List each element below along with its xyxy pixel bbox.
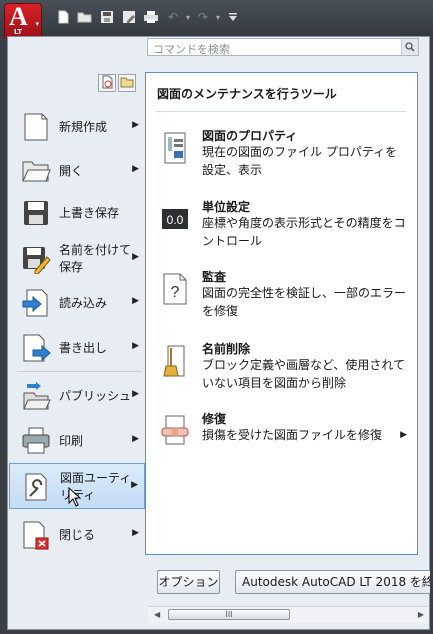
menu-item-label: 閉じる [59,527,96,542]
horizontal-scrollbar[interactable]: ◀ III ▶ [148,606,428,623]
drawing-utilities-icon [25,473,47,501]
application-menu-button[interactable]: A LT ▾ [5,2,41,38]
menu-item-save[interactable]: 上書き保存 [9,192,145,234]
scroll-right-icon[interactable]: ▶ [418,610,424,619]
entry-name: 名前削除 [202,342,251,356]
chevron-right-icon: ▶ [132,252,139,262]
chevron-down-icon[interactable]: ▾ [184,8,192,26]
open-icon[interactable] [74,8,96,26]
publish-icon [23,382,51,410]
entry-name: 修復 [202,412,227,426]
mouse-cursor-icon [68,487,82,507]
audit-icon: ? [163,273,187,305]
menu-item-label: 上書き保存 [59,205,120,220]
panel-divider [156,111,406,112]
menu-item-import[interactable]: 読み込み ▶ [9,282,145,324]
menu-item-print[interactable]: 印刷 ▶ [9,420,145,462]
chevron-right-icon: ▶ [132,120,139,130]
chevron-right-icon: ▶ [132,164,139,174]
entry-description: 損傷を受けた図面ファイルを修復 [202,428,383,442]
search-placeholder: コマンドを検索 [153,43,230,56]
undo-icon[interactable]: ↶ [162,8,184,26]
entry-name: 単位設定 [202,200,251,214]
entry-description: 現在の図面のファイル プロパティを設定、表示 [202,145,398,177]
menu-item-label: 開く [59,163,84,178]
chevron-down-icon[interactable]: ▾ [214,8,222,26]
search-input[interactable]: コマンドを検索 [147,38,419,56]
menu-item-label: 名前を付けて保存 [59,243,132,274]
chevron-right-icon: ▶ [131,480,138,490]
units-icon-text: 0.0 [167,213,184,227]
import-icon [22,289,48,317]
customize-icon[interactable] [222,8,244,26]
exit-button[interactable]: Autodesk AutoCAD LT 2018 を終了 [235,570,430,594]
new-icon[interactable] [52,8,74,26]
entry-purge[interactable]: 名前削除 ブロック定義や画層など、使用されていない項目を図面から削除 [146,340,417,400]
chevron-right-icon: ▶ [132,389,139,399]
open-documents-icon[interactable] [118,74,136,92]
units-icon: 0.0 [162,209,188,229]
entry-description: 座標や角度の表示形式とその精度をコントロール [202,216,406,248]
scroll-left-icon[interactable]: ◀ [154,610,160,619]
chevron-right-icon: ▶ [132,296,139,306]
redo-icon[interactable]: ↷ [192,8,214,26]
drawing-utilities-panel: 図面のメンテナンスを行うツール 図面のプロパティ 現在の図面のファイル プロパテ… [145,72,418,555]
menu-item-label: 新規作成 [59,119,108,134]
new-document-icon [24,113,48,141]
entry-drawing-properties[interactable]: 図面のプロパティ 現在の図面のファイル プロパティを設定、表示 [146,127,417,187]
menu-item-publish[interactable]: パブリッシュ ▶ [9,375,145,417]
quick-access-toolbar: ↶ ▾ ↷ ▾ [52,8,244,26]
recent-documents-icon[interactable] [98,74,116,92]
save-as-icon[interactable] [118,8,140,26]
save-as-icon [23,247,51,274]
menu-item-save-as[interactable]: 名前を付けて保存 ▶ [9,238,145,280]
menu-item-export[interactable]: 書き出し ▶ [9,327,145,369]
chevron-right-icon: ▶ [132,434,139,444]
export-icon [23,334,51,362]
view-toggle [98,74,136,92]
entry-description: 図面の完全性を検証し、一部のエラーを修復 [202,286,407,318]
menu-item-open[interactable]: 開く ▶ [9,150,145,192]
entry-name: 監査 [202,270,227,284]
drawing-properties-icon [164,132,186,164]
entry-audit[interactable]: ? 監査 図面の完全性を検証し、一部のエラーを修復 [146,268,417,328]
search-icon[interactable] [401,39,418,55]
entry-units[interactable]: 0.0 単位設定 座標や角度の表示形式とその精度をコントロール [146,198,417,258]
chevron-right-icon: ▶ [132,528,139,538]
app-badge: LT [14,28,23,36]
menu-separator [17,371,142,372]
close-document-icon [23,521,49,550]
menu-item-label: 印刷 [59,433,84,448]
menu-item-label: 書き出し [59,340,108,355]
save-icon [24,201,48,225]
save-icon[interactable] [96,8,118,26]
title-bar: A LT ▾ ↶ ▾ ↷ ▾ [0,0,433,38]
audit-icon-text: ? [171,284,180,301]
open-folder-icon [22,161,51,182]
entry-name: 図面のプロパティ [202,129,298,143]
chevron-right-icon: ▶ [400,430,407,440]
chevron-right-icon: ▶ [132,341,139,351]
recover-icon [161,415,189,445]
printer-icon [22,427,50,454]
chevron-down-icon: ▾ [35,20,39,28]
menu-item-close[interactable]: 閉じる ▶ [9,514,145,556]
purge-icon [163,345,185,377]
panel-title: 図面のメンテナンスを行うツール [157,87,337,101]
menu-item-new[interactable]: 新規作成 ▶ [9,106,145,148]
print-icon[interactable] [140,8,162,26]
entry-description: ブロック定義や画層など、使用されていない項目を図面から削除 [202,358,406,390]
entry-recover[interactable]: 修復 損傷を受けた図面ファイルを修復 ▶ [146,410,417,454]
application-window: A LT ▾ ↶ ▾ ↷ ▾ コマンドを検索 新規作成 ▶ 開く ▶ 上書き保存… [0,0,433,634]
menu-item-label: パブリッシュ [59,388,132,403]
menu-item-label: 読み込み [59,295,108,310]
options-button[interactable]: オプション [157,570,220,594]
scrollbar-thumb[interactable]: III [168,609,290,620]
